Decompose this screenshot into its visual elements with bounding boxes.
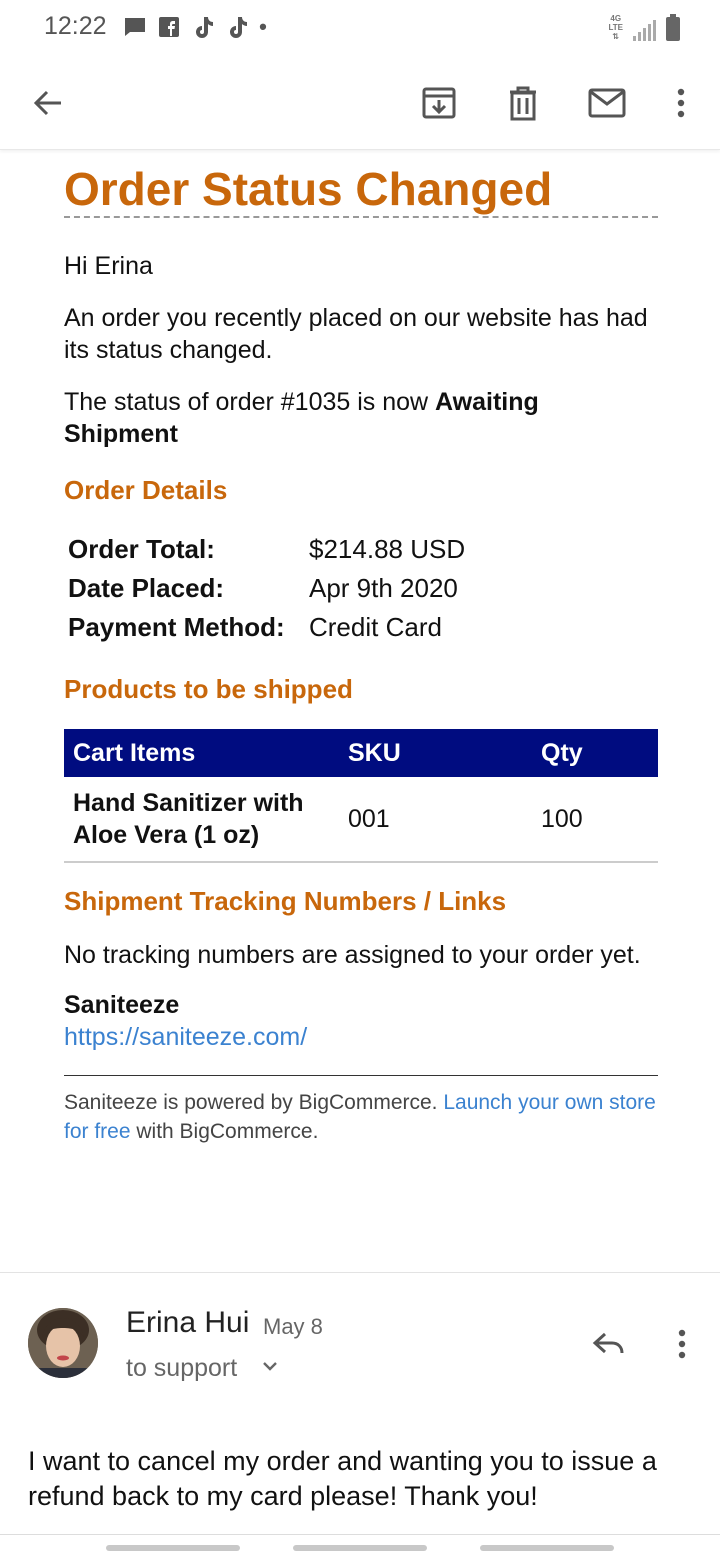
detail-value: Credit Card — [309, 612, 442, 642]
column-header-items: Cart Items — [64, 729, 339, 777]
table-header-row: Cart Items SKU Qty — [64, 729, 658, 777]
message-icon — [122, 14, 148, 40]
status-text: The status of order #1035 is now Awaitin… — [64, 386, 658, 450]
store-link[interactable]: https://saniteeze.com/ — [64, 1021, 658, 1053]
more-vert-icon — [677, 88, 685, 118]
avatar[interactable] — [28, 1308, 98, 1378]
tiktok-icon — [224, 14, 250, 40]
nav-home-button[interactable] — [293, 1545, 427, 1551]
email-title: Order Status Changed — [64, 164, 658, 218]
tracking-heading: Shipment Tracking Numbers / Links — [64, 886, 507, 916]
nav-recents-button[interactable] — [106, 1545, 240, 1551]
notification-icons: • — [122, 14, 268, 40]
item-qty: 100 — [532, 777, 658, 863]
signal-icon — [633, 19, 656, 41]
tiktok-icon — [190, 14, 216, 40]
reply-icon — [592, 1332, 624, 1354]
footer-suffix: with BigCommerce. — [130, 1120, 319, 1143]
detail-row: Date Placed: Apr 9th 2020 — [68, 569, 465, 608]
more-notifications-dot-icon: • — [259, 14, 267, 39]
footer-note: Saniteeze is powered by BigCommerce. Lau… — [64, 1075, 658, 1146]
detail-label: Date Placed: — [68, 573, 225, 603]
intro-text: An order you recently placed on our webs… — [64, 304, 648, 364]
email-body: Order Status Changed Hi Erina An order y… — [64, 150, 658, 1146]
delete-button[interactable] — [500, 80, 546, 126]
status-bar: 12:22 • 4G LTE ⇅ — [0, 0, 720, 56]
facebook-icon — [156, 14, 182, 40]
detail-row: Payment Method: Credit Card — [68, 608, 465, 647]
item-sku: 001 — [339, 777, 532, 863]
battery-icon — [666, 14, 680, 41]
recipient-details-button[interactable] — [260, 1356, 280, 1381]
products-heading: Products to be shipped — [64, 674, 353, 704]
system-icons: 4G LTE ⇅ — [608, 14, 680, 41]
mark-unread-icon — [588, 88, 626, 118]
reply-button[interactable] — [586, 1324, 632, 1364]
message-divider — [0, 1272, 720, 1273]
detail-value: $214.88 USD — [309, 534, 466, 564]
message-body: I want to cancel my order and wanting yo… — [28, 1446, 657, 1511]
recipient[interactable]: to support — [126, 1354, 237, 1383]
sender-name: Erina Hui — [126, 1306, 250, 1339]
message-date: May 8 — [263, 1314, 323, 1339]
status-prefix: The status of order #1035 is now — [64, 388, 436, 416]
table-row: Hand Sanitizer with Aloe Vera (1 oz) 001… — [64, 777, 658, 863]
column-header-sku: SKU — [339, 729, 532, 777]
back-arrow-icon — [33, 90, 61, 116]
back-button[interactable] — [25, 80, 71, 126]
detail-row: Order Total: $214.88 USD — [68, 530, 465, 569]
order-details-heading: Order Details — [64, 475, 228, 505]
status-time: 12:22 — [44, 12, 107, 40]
footer-prefix: Saniteeze is powered by BigCommerce. — [64, 1091, 444, 1114]
message-more-button[interactable] — [662, 1322, 702, 1366]
store-name: Saniteeze — [64, 991, 180, 1019]
mark-unread-button[interactable] — [584, 80, 630, 126]
chevron-down-icon — [263, 1362, 277, 1371]
item-name: Hand Sanitizer with Aloe Vera (1 oz) — [64, 777, 339, 863]
email-toolbar — [0, 56, 720, 150]
delete-icon — [510, 86, 536, 121]
tracking-text: No tracking numbers are assigned to your… — [64, 941, 641, 969]
more-options-button[interactable] — [658, 80, 704, 126]
column-header-qty: Qty — [532, 729, 658, 777]
order-details-table: Order Total: $214.88 USD Date Placed: Ap… — [68, 530, 465, 647]
archive-icon — [422, 87, 456, 119]
detail-value: Apr 9th 2020 — [309, 573, 458, 603]
greeting: Hi Erina — [64, 252, 153, 280]
detail-label: Payment Method: — [68, 612, 285, 642]
more-vert-icon — [678, 1329, 686, 1359]
detail-label: Order Total: — [68, 534, 215, 564]
cart-items-table: Cart Items SKU Qty Hand Sanitizer with A… — [64, 729, 658, 863]
navigation-bar — [0, 1534, 720, 1560]
archive-button[interactable] — [416, 80, 462, 126]
nav-back-button[interactable] — [480, 1545, 614, 1551]
network-type-icon: 4G LTE ⇅ — [608, 14, 623, 41]
